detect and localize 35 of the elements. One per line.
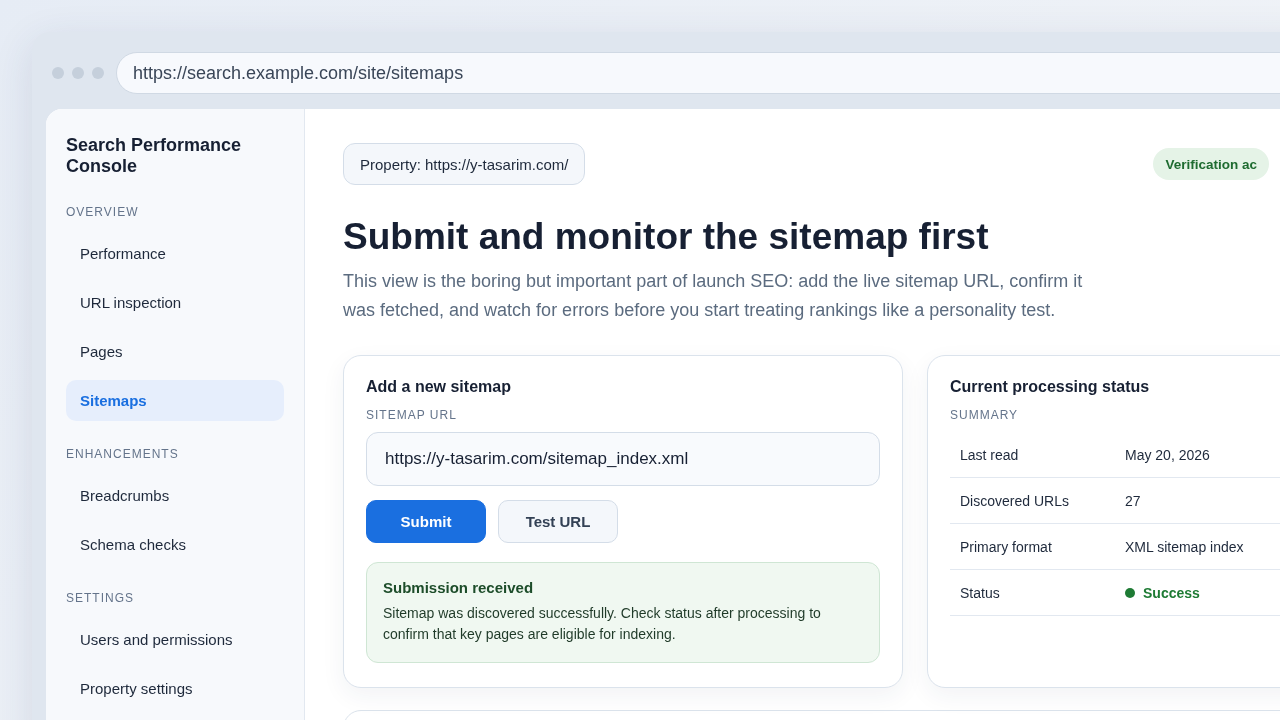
page-heading: Submit and monitor the sitemap first xyxy=(343,215,990,259)
row-label: Discovered URLs xyxy=(960,492,1070,509)
window-controls-icon xyxy=(52,67,104,79)
nav-item[interactable]: URL inspection xyxy=(66,282,284,323)
status-value: Success xyxy=(1143,584,1200,601)
nav-item[interactable]: Property settings xyxy=(66,668,284,709)
section-label: SUMMARY xyxy=(950,408,1020,422)
nav-item[interactable]: Pages xyxy=(66,331,284,372)
nav-item[interactable]: Breadcrumbs xyxy=(66,475,284,516)
section-label: SETTINGS xyxy=(66,591,135,605)
alert-title: Submission received xyxy=(383,579,535,596)
alert-text: Sitemap was discovered successfully. Check status after processing to confirm that key pages are eligible for indexing. xyxy=(383,604,822,644)
section-label: OVERVIEW xyxy=(66,205,140,219)
row-label: Last read xyxy=(960,446,1020,463)
verification-badge: Verification ac xyxy=(1153,148,1269,180)
property-selector[interactable]: Property: https://y-tasarim.com/ xyxy=(343,143,586,185)
nav-item[interactable]: Users and permissions xyxy=(66,619,284,660)
row-value: XML sitemap index xyxy=(1125,538,1244,555)
nav-item[interactable]: Sitemaps xyxy=(66,380,284,421)
nav-item[interactable]: Performance xyxy=(66,233,284,274)
section-label: ENHANCEMENTS xyxy=(66,447,180,461)
row-label: Status xyxy=(960,584,1001,601)
nav-item[interactable]: Schema checks xyxy=(66,524,284,565)
row-value: 27 xyxy=(1125,492,1141,509)
url-field[interactable]: https://y-tasarim.com/sitemap_index.xml xyxy=(366,432,880,486)
test-button[interactable]: Test URL xyxy=(498,500,618,543)
field-label: SITEMAP URL xyxy=(366,408,458,422)
row-label: Primary format xyxy=(960,538,1053,555)
row-value: May 20, 2026 xyxy=(1125,446,1210,463)
card-title: Add a new sitemap xyxy=(366,378,512,396)
address-bar[interactable]: https://search.example.com/site/sitemaps xyxy=(116,52,1280,94)
submit-button[interactable]: Submit xyxy=(366,500,486,543)
app-title: Search Performance Console xyxy=(66,135,243,177)
page-description: This view is the boring but important part of launch SEO: add the live sitemap URL, confirm it was fetched, and watch for errors before you start treating rankings like a personality test. xyxy=(343,270,1084,322)
card-title: Current processing status xyxy=(950,378,1151,396)
